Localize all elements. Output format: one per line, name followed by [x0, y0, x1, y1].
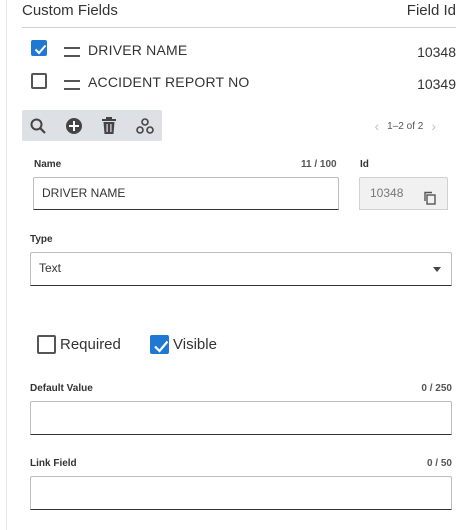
visible-checkbox[interactable] — [150, 335, 169, 354]
default-value-label: Default Value — [30, 383, 93, 394]
field-id: 10348 — [417, 44, 456, 60]
row-checkbox[interactable] — [31, 73, 47, 89]
link-field-input[interactable] — [30, 476, 452, 510]
pagination: ‹ 1–2 of 2 › — [367, 118, 445, 134]
name-input-value: DRIVER NAME — [42, 186, 126, 200]
required-checkbox[interactable] — [37, 335, 56, 354]
id-input-value: 10348 — [370, 186, 404, 200]
list-header: Custom Fields Field Id — [0, 0, 468, 28]
field-name: DRIVER NAME — [88, 42, 188, 58]
header-divider — [22, 27, 456, 28]
type-select[interactable]: Text — [30, 252, 452, 286]
chevron-down-icon — [433, 267, 441, 272]
search-icon[interactable] — [28, 116, 48, 136]
drag-handle-icon[interactable] — [64, 80, 80, 90]
check-icon — [154, 340, 169, 353]
type-label: Type — [30, 234, 53, 245]
name-char-count: 11 / 100 — [301, 159, 337, 170]
type-select-value: Text — [39, 261, 62, 275]
visible-label: Visible — [173, 336, 217, 353]
link-field-char-count: 0 / 50 — [426, 458, 452, 469]
chevron-right-icon[interactable]: › — [431, 118, 436, 134]
name-label: Name — [34, 159, 62, 170]
chevron-left-icon[interactable]: ‹ — [375, 118, 380, 134]
copy-icon[interactable] — [423, 186, 437, 216]
list-title: Custom Fields — [22, 2, 118, 19]
default-value-input[interactable] — [30, 401, 452, 435]
check-icon — [34, 44, 47, 55]
pager-range: 1–2 of 2 — [387, 121, 424, 132]
list-item[interactable]: DRIVER NAME 10348 — [0, 36, 468, 66]
field-id-column-header: Field Id — [406, 2, 456, 19]
name-input[interactable]: DRIVER NAME — [33, 177, 339, 210]
row-checkbox[interactable] — [31, 40, 47, 56]
required-label: Required — [60, 336, 121, 353]
id-input: 10348 — [359, 177, 448, 210]
list-item[interactable]: ACCIDENT REPORT NO 10349 — [0, 67, 468, 97]
default-value-char-count: 0 / 250 — [421, 383, 452, 394]
drag-handle-icon[interactable] — [64, 47, 80, 57]
list-toolbar — [22, 110, 162, 141]
link-field-label: Link Field — [30, 458, 77, 469]
field-name: ACCIDENT REPORT NO — [88, 74, 250, 90]
id-label: Id — [360, 159, 369, 170]
delete-icon[interactable] — [99, 116, 119, 136]
field-id: 10349 — [417, 76, 456, 92]
add-circle-icon[interactable] — [64, 116, 84, 136]
hierarchy-icon[interactable] — [135, 116, 155, 136]
